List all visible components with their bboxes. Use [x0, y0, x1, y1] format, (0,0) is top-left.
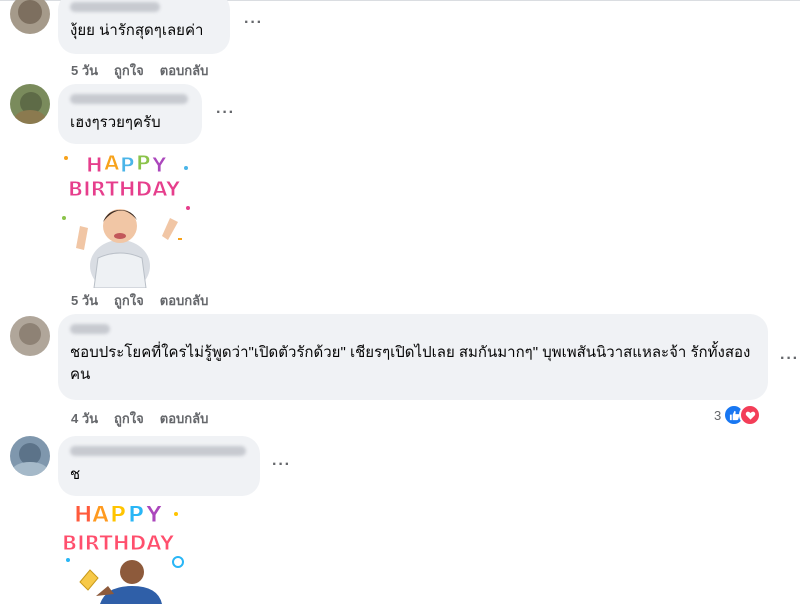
svg-text:P: P: [128, 503, 144, 528]
more-options-icon[interactable]: ···: [216, 104, 235, 122]
like-button[interactable]: ถูกใจ: [114, 408, 144, 429]
comment-actions: 4 วัน ถูกใจ ตอบกลับ: [71, 408, 208, 429]
svg-text:A: A: [104, 151, 120, 175]
comment-text: ชอบประโยคที่ใครไม่รู้พูดว่า"เปิดตัวรักด้…: [70, 344, 751, 383]
comment-time[interactable]: 5 วัน: [71, 60, 98, 81]
reply-button[interactable]: ตอบกลับ: [160, 60, 209, 81]
more-options-icon[interactable]: ···: [272, 456, 291, 474]
comment-text: ช: [70, 466, 81, 483]
avatar[interactable]: [10, 84, 50, 124]
avatar[interactable]: [10, 316, 50, 356]
comment-bubble: ชอบประโยคที่ใครไม่รู้พูดว่า"เปิดตัวรักด้…: [58, 314, 768, 400]
more-options-icon[interactable]: ···: [780, 350, 799, 368]
comment-text: เฮงๆรวยๆครับ: [70, 114, 161, 131]
like-button[interactable]: ถูกใจ: [114, 60, 144, 81]
svg-text:H: H: [74, 503, 92, 528]
comment-time[interactable]: 5 วัน: [71, 290, 98, 311]
svg-text:BIRTHDAY: BIRTHDAY: [68, 177, 181, 201]
avatar[interactable]: [10, 0, 50, 34]
reply-button[interactable]: ตอบกลับ: [160, 290, 209, 311]
comment-text: งุ้ยย น่ารักสุดๆเลยค่า: [70, 22, 204, 39]
commenter-name[interactable]: [70, 2, 160, 12]
comment-bubble: งุ้ยย น่ารักสุดๆเลยค่า: [58, 0, 230, 54]
commenter-name[interactable]: [70, 324, 110, 334]
love-reaction-icon: [739, 404, 762, 426]
comment-actions: 5 วัน ถูกใจ ตอบกลับ: [71, 290, 208, 311]
svg-text:Y: Y: [145, 503, 163, 528]
svg-text:Y: Y: [151, 153, 167, 177]
more-options-icon[interactable]: ···: [244, 14, 263, 32]
svg-text:P: P: [120, 153, 135, 177]
svg-text:A: A: [92, 503, 109, 528]
comment-bubble: ช: [58, 436, 260, 496]
reaction-count: 3: [714, 407, 722, 423]
comment-actions: 5 วัน ถูกใจ ตอบกลับ: [71, 60, 208, 81]
reaction-summary[interactable]: 3: [714, 404, 762, 426]
birthday-sticker[interactable]: H A P P Y BIRTHDAY: [58, 148, 198, 288]
birthday-sticker[interactable]: H A P P Y BIRTHDAY: [58, 500, 198, 604]
commenter-name[interactable]: [70, 446, 246, 456]
svg-text:H: H: [86, 153, 103, 177]
reply-button[interactable]: ตอบกลับ: [160, 408, 209, 429]
svg-text:P: P: [136, 151, 151, 175]
birthday-sticker-image: H A P P Y BIRTHDAY: [62, 151, 190, 288]
comment-bubble: เฮงๆรวยๆครับ: [58, 84, 202, 144]
svg-text:P: P: [110, 503, 126, 528]
comment-time[interactable]: 4 วัน: [71, 408, 98, 429]
svg-text:BIRTHDAY: BIRTHDAY: [62, 531, 175, 555]
birthday-sticker-image: H A P P Y BIRTHDAY: [62, 503, 184, 604]
commenter-name[interactable]: [70, 94, 188, 104]
like-button[interactable]: ถูกใจ: [114, 290, 144, 311]
avatar[interactable]: [10, 436, 50, 476]
